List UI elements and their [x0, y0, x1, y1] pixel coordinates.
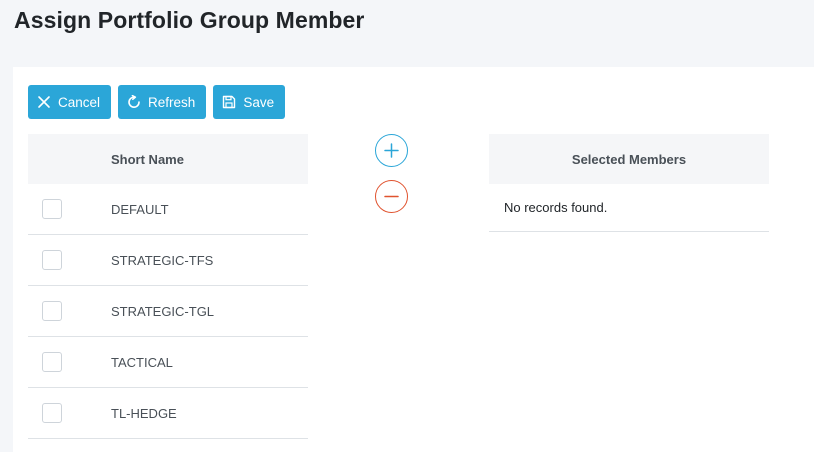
row-checkbox[interactable]: [42, 250, 62, 270]
cancel-button[interactable]: Cancel: [28, 85, 112, 119]
table-row[interactable]: TACTICAL: [28, 337, 308, 388]
selected-members-table: Selected Members No records found.: [489, 134, 769, 232]
short-name-cell: STRATEGIC-TGL: [111, 303, 215, 319]
page-title: Assign Portfolio Group Member: [14, 7, 365, 33]
available-portfolios-table: Short Name DEFAULT STRATEGIC-TFS STRATEG…: [28, 134, 308, 439]
empty-row: No records found.: [489, 184, 769, 232]
short-name-cell: STRATEGIC-TFS: [111, 252, 214, 268]
save-icon: [222, 95, 236, 109]
table-header: Short Name: [28, 134, 308, 184]
row-checkbox[interactable]: [42, 301, 62, 321]
short-name-cell: TACTICAL: [111, 354, 173, 370]
table-row[interactable]: TL-HEDGE: [28, 388, 308, 439]
empty-message: No records found.: [504, 200, 608, 215]
refresh-button-label: Refresh: [148, 94, 196, 110]
save-button[interactable]: Save: [213, 85, 286, 119]
toolbar: Cancel Refresh Save: [28, 85, 286, 119]
row-checkbox[interactable]: [42, 199, 62, 219]
save-button-label: Save: [243, 94, 275, 110]
close-icon: [37, 95, 51, 109]
row-checkbox[interactable]: [42, 352, 62, 372]
table-row[interactable]: STRATEGIC-TGL: [28, 286, 308, 337]
short-name-cell: DEFAULT: [111, 201, 169, 217]
minus-icon: [383, 188, 400, 205]
table-row[interactable]: STRATEGIC-TFS: [28, 235, 308, 286]
refresh-icon: [127, 95, 141, 109]
short-name-cell: TL-HEDGE: [111, 405, 177, 421]
selected-members-column-header[interactable]: Selected Members: [572, 152, 686, 167]
assign-member-card: Cancel Refresh Save Short Name DEFAULT S…: [13, 67, 814, 452]
table-row[interactable]: DEFAULT: [28, 184, 308, 235]
row-checkbox[interactable]: [42, 403, 62, 423]
remove-member-button[interactable]: [375, 180, 408, 213]
short-name-column-header[interactable]: Short Name: [111, 152, 184, 167]
cancel-button-label: Cancel: [58, 94, 101, 110]
add-member-button[interactable]: [375, 134, 408, 167]
refresh-button[interactable]: Refresh: [118, 85, 207, 119]
plus-icon: [383, 142, 400, 159]
table-header: Selected Members: [489, 134, 769, 184]
